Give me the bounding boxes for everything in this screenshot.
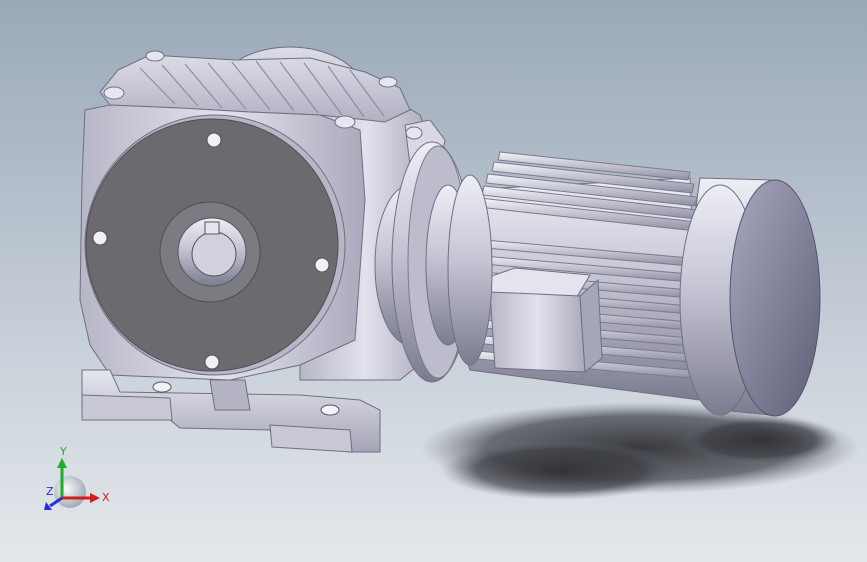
triad-axes-icon xyxy=(44,458,100,510)
gearmotor-model[interactable] xyxy=(0,0,867,562)
terminal-box xyxy=(479,267,603,374)
ground-shadow xyxy=(420,402,860,500)
y-axis-label: Y xyxy=(60,445,67,458)
fan-cover xyxy=(679,177,821,417)
cad-viewport[interactable]: Y X Z xyxy=(0,0,867,562)
x-axis-label: X xyxy=(102,491,110,504)
coordinate-triad: Y X Z xyxy=(30,440,120,520)
base-feet xyxy=(81,369,381,453)
motor-body xyxy=(447,151,701,401)
z-axis-label: Z xyxy=(46,485,54,498)
